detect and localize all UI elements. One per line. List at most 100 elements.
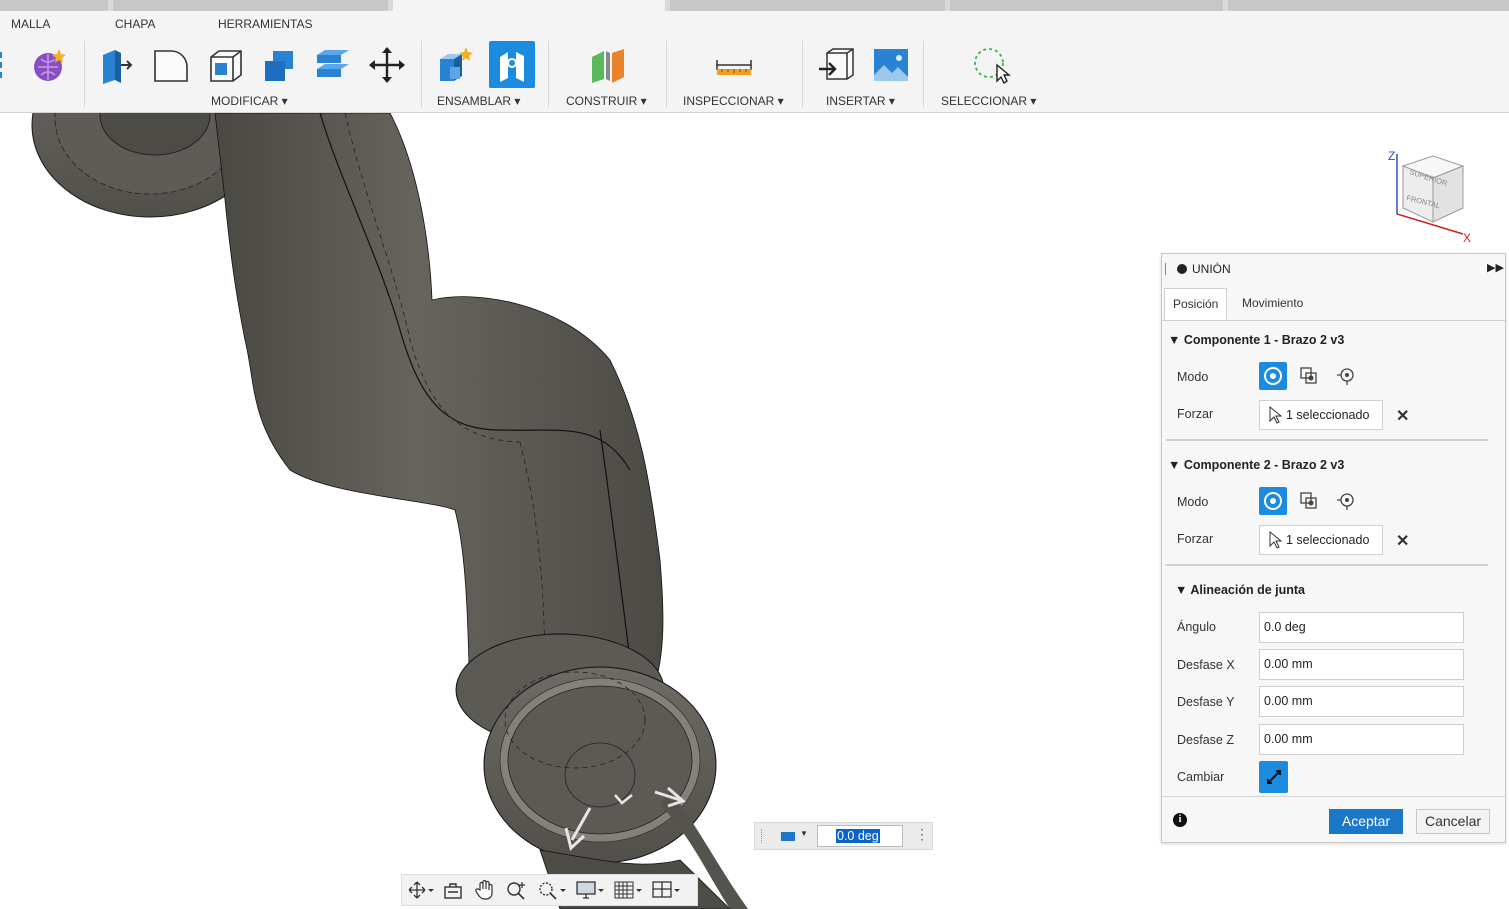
- offset-y-label: Desfase Y: [1177, 695, 1235, 709]
- info-icon[interactable]: i: [1173, 813, 1187, 827]
- offset-y-input[interactable]: 0.00 mm: [1259, 686, 1464, 717]
- pan-icon[interactable]: [470, 877, 500, 903]
- insert-derive-icon[interactable]: [817, 43, 857, 87]
- offset-x-input[interactable]: 0.00 mm: [1259, 649, 1464, 680]
- combine-icon[interactable]: [259, 43, 299, 87]
- dialog-tabs: Posición Movimiento: [1162, 284, 1505, 321]
- document-tab-active[interactable]: [393, 0, 665, 11]
- new-component-icon[interactable]: [436, 43, 476, 87]
- component2-mode-label: Modo: [1177, 495, 1209, 509]
- clear-selection-icon[interactable]: ✕: [1396, 531, 1409, 551]
- dialog-title: UNIÓN: [1192, 262, 1231, 276]
- cancel-button[interactable]: Cancelar: [1416, 809, 1490, 834]
- axis-x-label: X: [1463, 231, 1471, 245]
- collapse-arrow-icon[interactable]: ▼: [1168, 458, 1184, 472]
- seleccionar-menu[interactable]: SELECCIONAR ▾: [941, 94, 1036, 108]
- drag-handle[interactable]: [1165, 263, 1166, 275]
- joint-icon[interactable]: [489, 41, 535, 88]
- document-tab[interactable]: [950, 0, 1223, 11]
- ensamblar-menu[interactable]: ENSAMBLAR ▾: [437, 94, 520, 108]
- mode-center-icon[interactable]: [1332, 487, 1360, 515]
- orbit-icon[interactable]: [406, 877, 436, 903]
- toolbar-ribbon: MALLA CHAPA HERRAMIENTAS MODIFICAR ▾ ENS…: [0, 11, 1509, 113]
- alignment-section[interactable]: ▼ Alineación de junta: [1175, 583, 1305, 597]
- create-form-icon[interactable]: [28, 43, 68, 87]
- viewports-icon[interactable]: [648, 877, 684, 903]
- document-tab[interactable]: [1228, 0, 1509, 11]
- document-tab[interactable]: [670, 0, 945, 11]
- press-pull-icon[interactable]: [97, 43, 137, 87]
- mode-between-icon[interactable]: [1295, 362, 1323, 390]
- angle-input[interactable]: 0.0 deg: [1259, 612, 1464, 643]
- flip-label: Cambiar: [1177, 770, 1225, 784]
- view-cube[interactable]: SUPERIOR FRONTAL Z X: [1385, 148, 1480, 248]
- fit-icon[interactable]: [534, 877, 570, 903]
- offset-z-input[interactable]: 0.00 mm: [1259, 724, 1464, 755]
- fillet-icon[interactable]: [151, 43, 191, 87]
- align-icon[interactable]: [313, 43, 353, 87]
- canvas-icon[interactable]: [871, 43, 911, 87]
- component1-section[interactable]: ▼ Componente 1 - Brazo 2 v3: [1168, 333, 1344, 347]
- flip-button[interactable]: [1259, 761, 1288, 793]
- look-at-icon[interactable]: [438, 877, 468, 903]
- component1-mode-label: Modo: [1177, 370, 1209, 384]
- shell-icon[interactable]: [205, 43, 245, 87]
- collapse-arrow-icon[interactable]: ▼: [1175, 583, 1190, 597]
- angle-label: Ángulo: [1177, 620, 1216, 634]
- cursor-icon: [1269, 406, 1282, 424]
- construir-menu[interactable]: CONSTRUIR ▾: [566, 94, 647, 108]
- angle-value-input[interactable]: 0.0 deg: [817, 825, 903, 847]
- mode-simple-icon[interactable]: [1259, 487, 1287, 515]
- component2-snap-value: 1 seleccionado: [1286, 533, 1370, 547]
- collapse-dialog-icon[interactable]: [1177, 264, 1187, 274]
- heads-up-value-input: ▼ 0.0 deg ⋮: [754, 822, 933, 850]
- more-options-icon[interactable]: ⋮: [915, 826, 929, 843]
- document-tab-strip: [0, 0, 1509, 11]
- component2-title: Componente 2 - Brazo 2 v3: [1183, 458, 1345, 472]
- divider: [1166, 439, 1488, 441]
- joint-dialog: UNIÓN ▶▶ Posición Movimiento ▼ Component…: [1161, 253, 1506, 843]
- input-mode-icon[interactable]: [781, 832, 795, 841]
- component1-snap-selection[interactable]: 1 seleccionado: [1259, 400, 1383, 430]
- drag-handle[interactable]: [761, 829, 763, 843]
- tab-herramientas[interactable]: HERRAMIENTAS: [218, 17, 312, 31]
- plane-icon[interactable]: [588, 43, 628, 87]
- component1-title: Componente 1 - Brazo 2 v3: [1183, 333, 1345, 347]
- dialog-header[interactable]: UNIÓN ▶▶: [1162, 254, 1505, 284]
- measure-icon[interactable]: [714, 43, 754, 87]
- modificar-menu[interactable]: MODIFICAR ▾: [211, 94, 288, 108]
- mode-between-icon[interactable]: [1295, 487, 1323, 515]
- divider: [1166, 564, 1488, 566]
- dialog-footer: i Aceptar Cancelar: [1162, 796, 1505, 843]
- document-tab[interactable]: [113, 0, 388, 11]
- display-settings-icon[interactable]: [572, 877, 608, 903]
- navigation-bar: [401, 874, 698, 906]
- form-icon[interactable]: [0, 43, 14, 87]
- grid-icon[interactable]: [610, 877, 646, 903]
- tab-chapa[interactable]: CHAPA: [115, 17, 155, 31]
- document-tab[interactable]: [0, 0, 108, 11]
- insertar-menu[interactable]: INSERTAR ▾: [826, 94, 895, 108]
- move-icon[interactable]: [367, 43, 407, 87]
- component1-snap-value: 1 seleccionado: [1286, 408, 1370, 422]
- ok-button[interactable]: Aceptar: [1329, 809, 1403, 834]
- component2-snap-selection[interactable]: 1 seleccionado: [1259, 525, 1383, 555]
- component2-section[interactable]: ▼ Componente 2 - Brazo 2 v3: [1168, 458, 1344, 472]
- mode-center-icon[interactable]: [1332, 362, 1360, 390]
- component1-snap-label: Forzar: [1177, 407, 1214, 421]
- tab-movimiento[interactable]: Movimiento: [1234, 288, 1311, 318]
- clear-selection-icon[interactable]: ✕: [1396, 406, 1409, 426]
- select-icon[interactable]: [971, 43, 1011, 87]
- tab-posicion[interactable]: Posición: [1164, 288, 1228, 320]
- expand-dialog-icon[interactable]: ▶▶: [1487, 261, 1504, 274]
- axis-z-label: Z: [1388, 149, 1395, 163]
- tab-malla[interactable]: MALLA: [11, 17, 50, 31]
- offset-x-label: Desfase X: [1177, 658, 1235, 672]
- collapse-arrow-icon[interactable]: ▼: [1168, 333, 1184, 347]
- chevron-down-icon[interactable]: ▼: [800, 829, 808, 838]
- zoom-icon[interactable]: [502, 877, 532, 903]
- inspeccionar-menu[interactable]: INSPECCIONAR ▾: [683, 94, 784, 108]
- cursor-icon: [1269, 531, 1282, 549]
- mode-simple-icon[interactable]: [1259, 362, 1287, 390]
- offset-z-label: Desfase Z: [1177, 733, 1234, 747]
